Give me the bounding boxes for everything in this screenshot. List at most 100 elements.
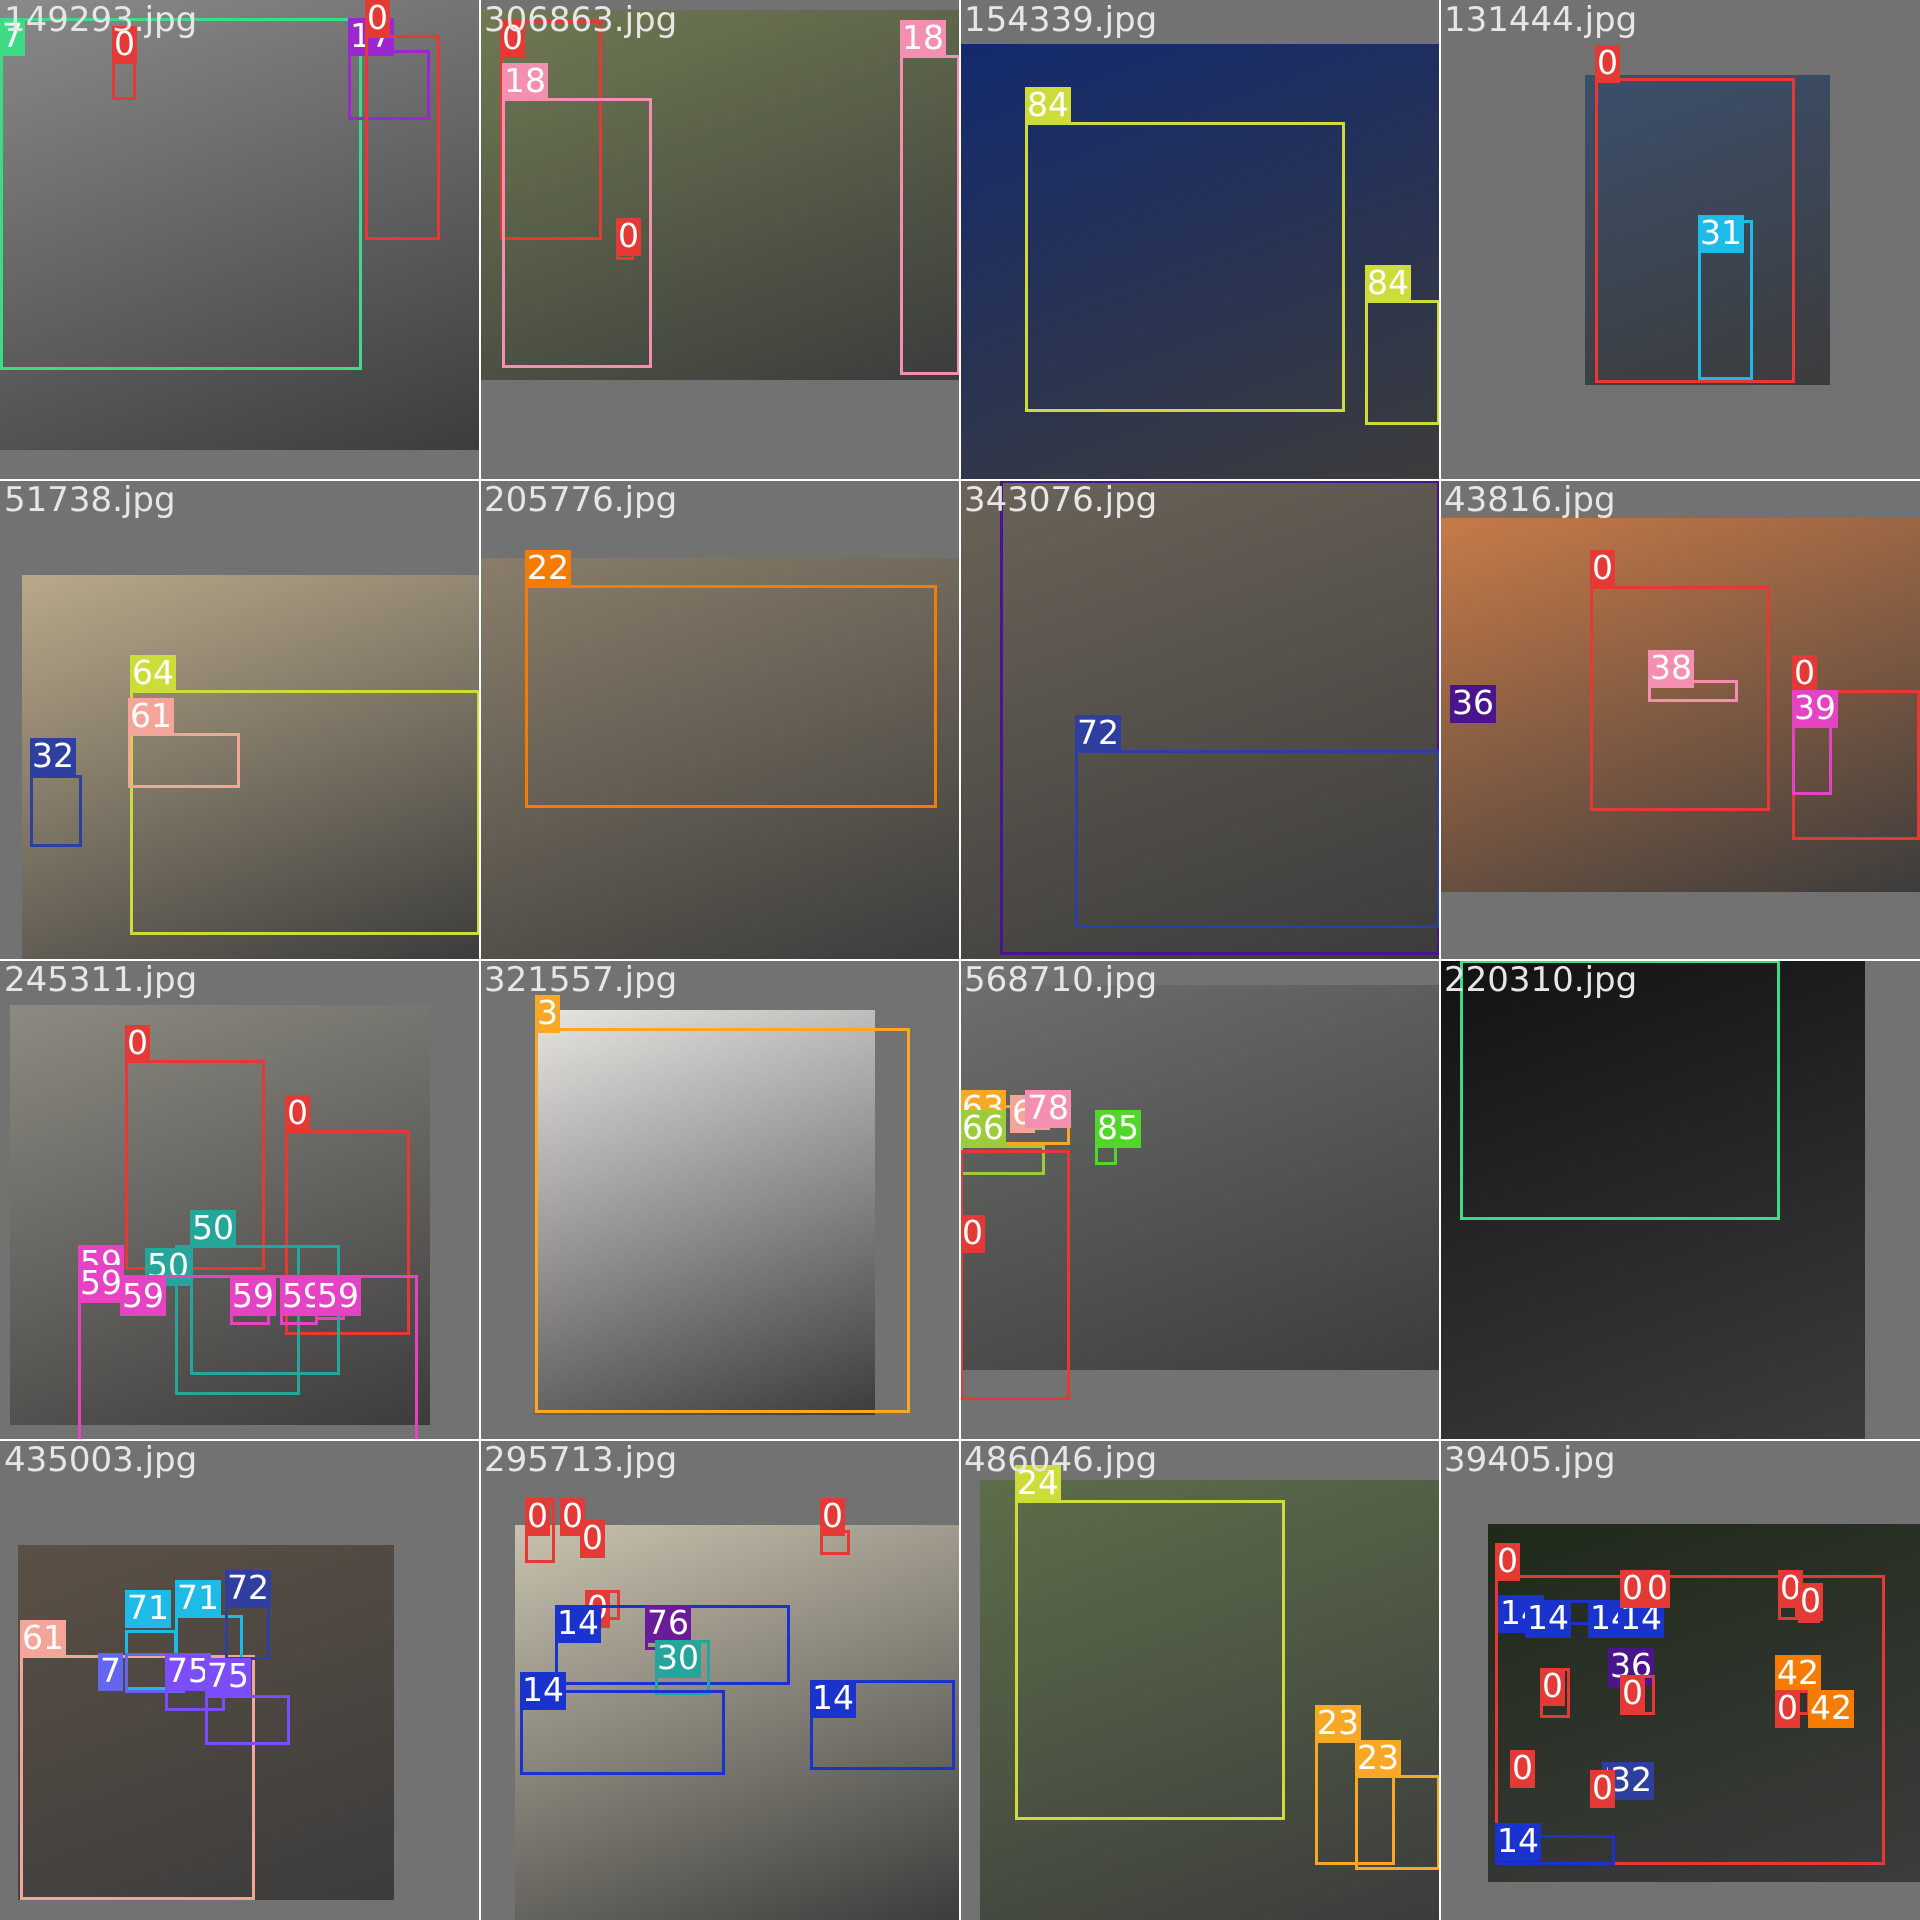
class-label: 31 bbox=[1698, 213, 1744, 253]
mosaic-tile: 01414141400003604204200323201439405.jpg bbox=[1440, 1440, 1920, 1920]
bounding-box bbox=[130, 690, 480, 935]
class-label: 36 bbox=[1450, 683, 1496, 723]
class-label: 0 bbox=[960, 1213, 985, 1253]
detection-overlay: 24 23 23 bbox=[960, 1440, 1440, 1920]
class-label: 0 bbox=[1620, 1568, 1645, 1608]
mosaic-tile: 000001476301414295713.jpg bbox=[480, 1440, 960, 1920]
class-label: 42 bbox=[1808, 1688, 1854, 1728]
class-label: 14 bbox=[555, 1603, 601, 1643]
bounding-box bbox=[1075, 750, 1440, 928]
class-label: 39 bbox=[1792, 688, 1838, 728]
class-label: 18 bbox=[502, 61, 548, 101]
bounding-box bbox=[535, 1028, 910, 1413]
tile-filename: 486046.jpg bbox=[964, 1440, 1158, 1480]
tile-filename: 568710.jpg bbox=[964, 960, 1158, 1000]
tile-filename: 51738.jpg bbox=[4, 480, 176, 520]
mosaic-tile: 61 71 71 72 7 75 75 435003.jpg bbox=[0, 1440, 480, 1920]
detection-overlay: 64 61 32 bbox=[0, 480, 480, 960]
class-label: 0 bbox=[1540, 1666, 1565, 1706]
class-label: 64 bbox=[130, 653, 176, 693]
class-label: 0 bbox=[1495, 1541, 1520, 1581]
mosaic-tile: 1672343076.jpg bbox=[960, 480, 1440, 960]
bounding-box bbox=[128, 733, 240, 788]
class-label: 0 bbox=[820, 1496, 845, 1536]
class-label: 0 bbox=[1595, 43, 1620, 83]
grid-divider bbox=[0, 1439, 1920, 1441]
tile-filename: 149293.jpg bbox=[4, 0, 198, 40]
detection-overlay: 0 38 36 0 39 bbox=[1440, 480, 1920, 960]
class-label: 23 bbox=[1355, 1738, 1401, 1778]
class-label: 0 bbox=[1590, 1768, 1615, 1808]
bounding-box bbox=[30, 775, 82, 847]
class-label: 78 bbox=[1025, 1088, 1071, 1128]
class-label: 0 bbox=[525, 1496, 550, 1536]
class-label: 14 bbox=[1525, 1598, 1571, 1638]
mosaic-tile: 70170149293.jpg bbox=[0, 0, 480, 480]
bounding-box bbox=[205, 1695, 290, 1745]
class-label: 75 bbox=[205, 1656, 251, 1696]
tile-filename: 295713.jpg bbox=[484, 1440, 678, 1480]
tile-filename: 306863.jpg bbox=[484, 0, 678, 40]
detection-overlay: 000001476301414 bbox=[480, 1440, 960, 1920]
tile-filename: 43816.jpg bbox=[1444, 480, 1616, 520]
class-label: 59 bbox=[78, 1263, 124, 1303]
class-label: 0 bbox=[365, 0, 390, 38]
class-label: 71 bbox=[125, 1588, 171, 1628]
bounding-box bbox=[525, 585, 937, 808]
mosaic-tile: 87220310.jpg bbox=[1440, 960, 1920, 1440]
class-label: 0 bbox=[1510, 1748, 1535, 1788]
bounding-box bbox=[365, 35, 440, 240]
class-label: 14 bbox=[520, 1670, 566, 1710]
bounding-box bbox=[0, 18, 362, 370]
detection-overlay: 014141414000036042042003232014 bbox=[1440, 1440, 1920, 1920]
class-label: 38 bbox=[1648, 648, 1694, 688]
tile-filename: 205776.jpg bbox=[484, 480, 678, 520]
class-label: 18 bbox=[900, 18, 946, 58]
class-label: 66 bbox=[960, 1108, 1006, 1148]
detection-overlay: 0 0 50 50 59 59 59 59 59 59 bbox=[0, 960, 480, 1440]
detection-overlay: 22 bbox=[480, 480, 960, 960]
mosaic-tile: 64 61 32 51738.jpg bbox=[0, 480, 480, 960]
mosaic-tile: 0 31 131444.jpg bbox=[1440, 0, 1920, 480]
detection-overlay: 0 18 0 18 bbox=[480, 0, 960, 480]
class-label: 0 bbox=[616, 216, 641, 256]
bounding-box bbox=[1365, 300, 1440, 425]
class-label: 14 bbox=[1495, 1821, 1541, 1861]
tile-filename: 131444.jpg bbox=[1444, 0, 1638, 40]
bounding-box bbox=[1015, 1500, 1285, 1820]
detection-overlay: 87 bbox=[1440, 960, 1920, 1440]
detection-overlay: 1672 bbox=[960, 480, 1440, 960]
mosaic-tile: 22 205776.jpg bbox=[480, 480, 960, 960]
class-label: 22 bbox=[525, 548, 571, 588]
class-label: 71 bbox=[175, 1578, 221, 1618]
tile-filename: 39405.jpg bbox=[1444, 1440, 1616, 1480]
class-label: 0 bbox=[1798, 1581, 1823, 1621]
detection-mosaic: 70170149293.jpg018018306863.jpg848415433… bbox=[0, 0, 1920, 1920]
class-label: 72 bbox=[225, 1568, 271, 1608]
mosaic-tile: 0 0 50 50 59 59 59 59 59 59 245311.jpg bbox=[0, 960, 480, 1440]
mosaic-tile: 24 23 23 486046.jpg bbox=[960, 1440, 1440, 1920]
detection-overlay: 0 31 bbox=[1440, 0, 1920, 480]
class-label: 32 bbox=[30, 736, 76, 776]
class-label: 61 bbox=[128, 696, 174, 736]
bounding-box bbox=[78, 1275, 418, 1440]
bounding-box bbox=[1595, 78, 1795, 383]
class-label: 14 bbox=[810, 1678, 856, 1718]
detection-overlay: 3 bbox=[480, 960, 960, 1440]
class-label: 50 bbox=[190, 1208, 236, 1248]
tile-filename: 245311.jpg bbox=[4, 960, 198, 1000]
grid-divider bbox=[1439, 0, 1441, 1920]
mosaic-tile: 0 38 36 0 39 43816.jpg bbox=[1440, 480, 1920, 960]
class-label: 84 bbox=[1025, 85, 1071, 125]
class-label: 0 bbox=[1645, 1568, 1670, 1608]
mosaic-tile: 0 18 0 18 306863.jpg bbox=[480, 0, 960, 480]
detection-overlay: 84 84 bbox=[960, 0, 1440, 480]
class-label: 7 bbox=[98, 1651, 123, 1691]
detection-overlay: 70170 bbox=[0, 0, 480, 480]
class-label: 0 bbox=[285, 1093, 310, 1133]
tile-filename: 154339.jpg bbox=[964, 0, 1158, 40]
class-label: 0 bbox=[125, 1023, 150, 1063]
bounding-box bbox=[1792, 725, 1832, 795]
tile-filename: 343076.jpg bbox=[964, 480, 1158, 520]
bounding-box bbox=[1095, 1145, 1117, 1165]
